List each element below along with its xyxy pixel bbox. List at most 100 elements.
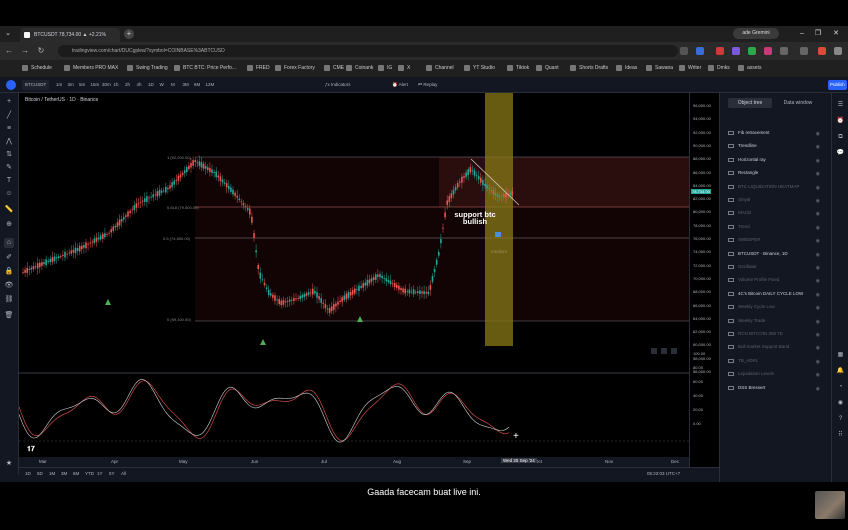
visibility-eye-icon[interactable]: ◉ [816, 371, 820, 378]
bookmark-item[interactable]: Quant [536, 63, 559, 73]
timeframe-button[interactable]: 1m [56, 80, 62, 90]
bookmark-item[interactable]: Channel [426, 63, 454, 73]
fib-icon[interactable]: ≡ [4, 124, 14, 134]
indicators-button[interactable]: ƒx Indicators [325, 80, 351, 90]
magnet-icon[interactable]: ⌂ [4, 238, 14, 248]
range-button[interactable]: YTD [85, 471, 94, 476]
object-tree-item[interactable]: Horizontal ray ◉ [726, 156, 824, 164]
object-tree-item[interactable]: Volume Profile Fixed ◉ [726, 276, 824, 284]
notifications-icon[interactable]: 🔔 [836, 367, 845, 376]
forecast-icon[interactable]: ⇅ [4, 150, 14, 160]
timeframe-button[interactable]: 2h [125, 80, 130, 90]
chat-icon[interactable]: 💬 [836, 149, 845, 158]
bookmark-item[interactable]: Dmks [708, 63, 730, 73]
extension-icon[interactable] [716, 47, 724, 55]
range-button[interactable]: 3M [61, 471, 67, 476]
bookmark-item[interactable]: Ideas [616, 63, 637, 73]
timeframe-button[interactable]: 15m [91, 80, 100, 90]
zoom-icon[interactable] [680, 47, 688, 55]
reload-icon[interactable]: ↻ [36, 46, 46, 56]
object-tree-item[interactable]: RCN BITCOIN 365 TE ◉ [726, 330, 824, 338]
timeframe-button[interactable]: M [171, 80, 175, 90]
range-button[interactable]: 1Y [97, 471, 103, 476]
timeframe-button[interactable]: 3m [68, 80, 74, 90]
visibility-eye-icon[interactable]: ◉ [816, 210, 820, 217]
minimize-icon[interactable]: – [796, 28, 808, 40]
ruler-icon[interactable]: 📏 [4, 205, 14, 215]
object-tree-item[interactable]: 4C's Bitcoin DAILY CYCLE LOW ◉ [726, 290, 824, 298]
bookmark-item[interactable]: BTC BTC: Price Perfo... [174, 63, 236, 73]
range-button[interactable]: 6M [73, 471, 79, 476]
bookmark-item[interactable]: Members PRO MAX [64, 63, 118, 73]
timeframe-button[interactable]: 1h [114, 80, 119, 90]
url-input[interactable]: tradingview.com/chart/DUCgplea/?symbol=C… [58, 45, 678, 57]
visibility-eye-icon[interactable]: ◉ [816, 344, 820, 351]
object-tree-item[interactable]: Trendline ◉ [726, 142, 824, 150]
visibility-eye-icon[interactable]: ◉ [816, 237, 820, 244]
alerts-icon[interactable]: ⏰ [836, 117, 845, 126]
visibility-eye-icon[interactable]: ◉ [816, 130, 820, 137]
visibility-eye-icon[interactable]: ◉ [816, 277, 820, 284]
streams-icon[interactable]: ◉ [836, 399, 845, 408]
timeframe-button[interactable]: 1D [148, 80, 154, 90]
object-tree-icon[interactable]: ⧉ [836, 133, 845, 142]
alert-button[interactable]: ⏰ Alert [392, 80, 408, 90]
publish-button[interactable]: Publish [828, 80, 847, 90]
bookmark-item[interactable]: Shorts Drafts [570, 63, 608, 73]
ideas-icon[interactable]: ◔ [836, 383, 845, 392]
trash-icon[interactable]: 🗑 [4, 311, 14, 321]
visibility-eye-icon[interactable]: ◉ [816, 331, 820, 338]
lock-icon[interactable]: 🔒 [4, 267, 14, 277]
visibility-eye-icon[interactable]: ◉ [816, 264, 820, 271]
stay-drawing-icon[interactable]: ✐ [4, 253, 14, 263]
bookmark-item[interactable]: Schedule [22, 63, 52, 73]
tab-object-tree[interactable]: Object tree [728, 98, 772, 108]
crosshair-icon[interactable]: + [4, 97, 14, 107]
new-tab-button[interactable]: + [124, 29, 134, 39]
favorites-icon[interactable]: ★ [4, 459, 14, 469]
visibility-eye-icon[interactable]: ◉ [816, 170, 820, 177]
zoom-in-icon[interactable]: ⊕ [4, 220, 14, 230]
bookmark-item[interactable]: Coinank [346, 63, 373, 73]
extension-icon[interactable] [732, 47, 740, 55]
range-button[interactable]: 1M [49, 471, 55, 476]
visibility-eye-icon[interactable]: ◉ [816, 224, 820, 231]
forward-icon[interactable]: → [20, 46, 30, 56]
browser-tab[interactable]: BTCUSDT 78,734.00 ▲ +2.21% [20, 28, 120, 42]
timeframe-button[interactable]: 3M [183, 80, 189, 90]
account-avatar[interactable] [6, 80, 16, 90]
visibility-eye-icon[interactable]: ◉ [816, 358, 820, 365]
grid-icon[interactable]: ⠿ [836, 431, 845, 440]
object-tree-item[interactable]: Liquidation Levels ◉ [726, 370, 824, 378]
extension-icon[interactable] [696, 47, 704, 55]
object-tree-item[interactable]: MACD ◉ [726, 209, 824, 217]
back-icon[interactable]: ← [4, 46, 14, 56]
bookmark-item[interactable]: Writer [679, 63, 701, 73]
bookmark-item[interactable]: FRED [247, 63, 270, 73]
maximize-icon[interactable]: ❐ [812, 28, 824, 40]
pattern-icon[interactable]: ⋀ [4, 137, 14, 147]
timeframe-button[interactable]: 5m [79, 80, 85, 90]
extension-icon[interactable] [818, 47, 826, 55]
object-tree-item[interactable]: Weekly Trade ◉ [726, 317, 824, 325]
extension-icon[interactable] [780, 47, 788, 55]
timeframe-button[interactable]: 30m [102, 80, 111, 90]
object-tree-item[interactable]: TB_ADRL ◉ [726, 357, 824, 365]
object-tree-item[interactable]: BTC LIQUIDATION HEATMAP ◉ [726, 183, 824, 191]
visibility-eye-icon[interactable]: ◉ [816, 291, 820, 298]
visibility-eye-icon[interactable]: ◉ [816, 157, 820, 164]
bookmark-item[interactable]: CME [324, 63, 344, 73]
download-icon[interactable] [800, 47, 808, 55]
symbol-search-button[interactable]: BTCUSDT [22, 80, 50, 90]
extension-icon[interactable] [764, 47, 772, 55]
link-icon[interactable]: ⛓ [4, 295, 14, 305]
replay-button[interactable]: ⏮ Replay [418, 80, 437, 90]
object-tree-item[interactable]: Bull market Support Band ◉ [726, 343, 824, 351]
object-tree-item[interactable]: DSS Bressert ◉ [726, 384, 824, 392]
timeframe-button[interactable]: 4h [137, 80, 142, 90]
bookmark-item[interactable]: YT Studio [464, 63, 495, 73]
range-button[interactable]: 5Y [109, 471, 115, 476]
object-tree-item[interactable]: Oscillator ◉ [726, 263, 824, 271]
visibility-eye-icon[interactable]: ◉ [816, 304, 820, 311]
object-tree-item[interactable]: Fib retracement ◉ [726, 129, 824, 137]
